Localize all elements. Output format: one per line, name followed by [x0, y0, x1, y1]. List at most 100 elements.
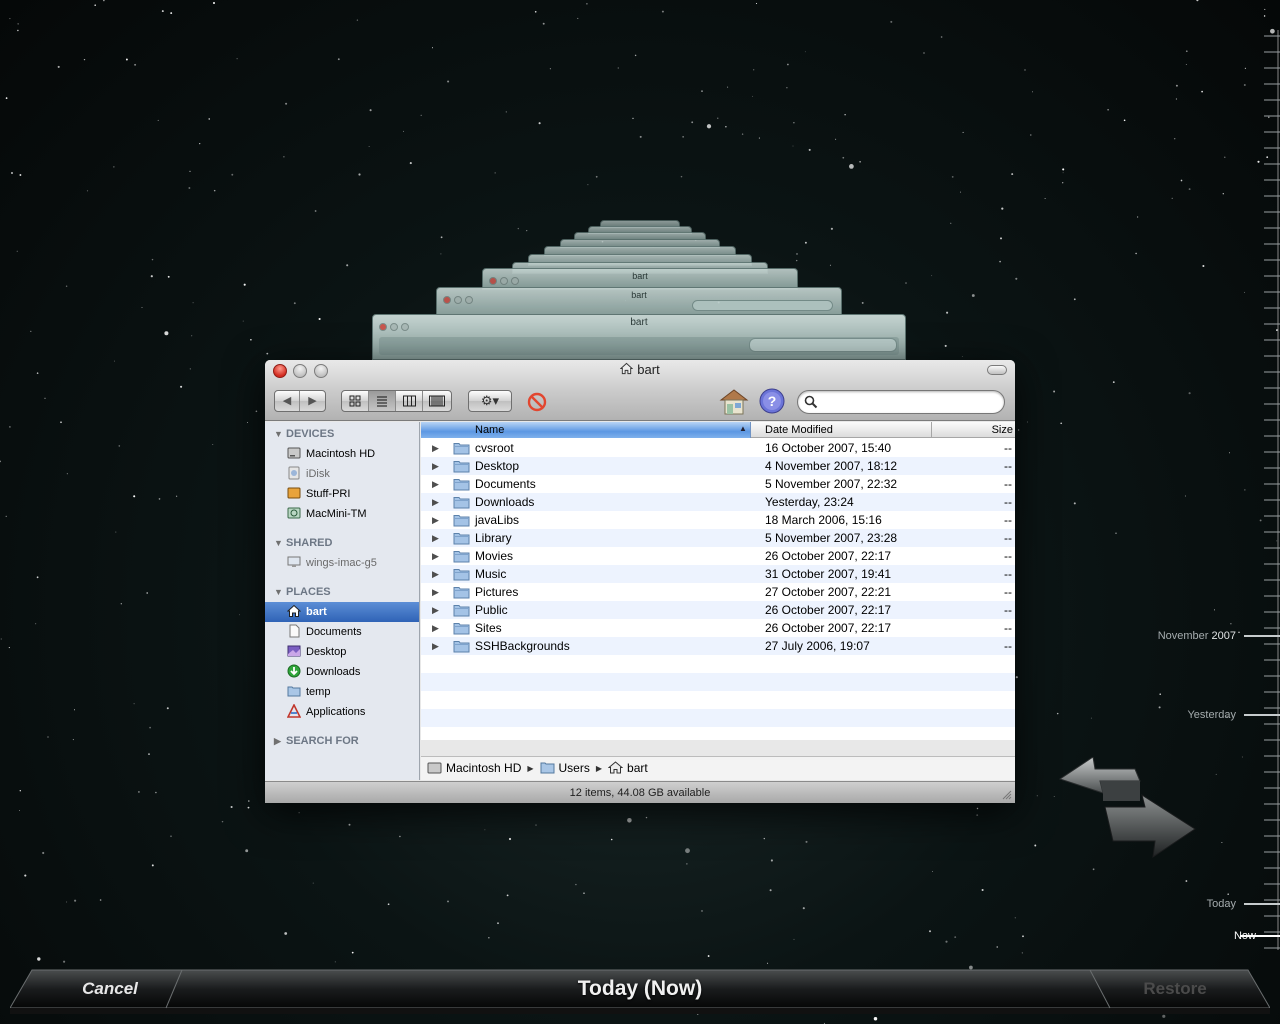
- sidebar-item-bart[interactable]: bart: [265, 602, 419, 622]
- no-entry-icon[interactable]: [527, 392, 547, 412]
- backup-window[interactable]: bart: [436, 287, 842, 317]
- coverflow-view-button[interactable]: [423, 391, 450, 411]
- sidebar-item-documents[interactable]: Documents: [265, 622, 419, 642]
- sidebar-item-wings-imac-g5[interactable]: wings-imac-g5: [265, 553, 419, 573]
- sidebar-item-stuff-pri[interactable]: Stuff-PRI: [265, 484, 419, 504]
- backup-window[interactable]: bart: [372, 314, 906, 360]
- star: [5, 515, 7, 518]
- path-item[interactable]: bart: [608, 761, 648, 775]
- toolbar-toggle-button[interactable]: [987, 365, 1007, 375]
- disclosure-triangle-icon[interactable]: ▶: [432, 601, 439, 619]
- star: [950, 222, 952, 224]
- view-buttons[interactable]: [341, 390, 452, 412]
- back-in-time-arrow-icon[interactable]: [1058, 757, 1141, 801]
- column-view-button[interactable]: [396, 391, 423, 411]
- disclosure-triangle-icon[interactable]: ▼: [274, 533, 286, 553]
- timeline-label-today[interactable]: Today: [1116, 898, 1236, 910]
- table-row[interactable]: ▶ SSHBackgrounds 27 July 2006, 19:07 --: [421, 637, 1015, 655]
- star: [16, 250, 18, 252]
- table-row[interactable]: ▶ Sites 26 October 2007, 22:17 --: [421, 619, 1015, 637]
- icon-view-button[interactable]: [342, 391, 369, 411]
- star: [221, 820, 224, 823]
- star: [1173, 137, 1176, 140]
- disclosure-triangle-icon[interactable]: ▶: [432, 637, 439, 655]
- table-row[interactable]: ▶ Music 31 October 2007, 19:41 --: [421, 565, 1015, 583]
- disclosure-triangle-icon[interactable]: ▶: [432, 511, 439, 529]
- list-view-button[interactable]: [369, 391, 396, 411]
- disclosure-triangle-icon[interactable]: ▶: [432, 529, 439, 547]
- disclosure-triangle-icon[interactable]: ▶: [432, 457, 439, 475]
- sidebar-item-label: Applications: [306, 706, 366, 718]
- table-row[interactable]: ▶ Movies 26 October 2007, 22:17 --: [421, 547, 1015, 565]
- table-row[interactable]: ▶ Library 5 November 2007, 23:28 --: [421, 529, 1015, 547]
- disclosure-triangle-icon[interactable]: ▶: [432, 565, 439, 583]
- shared-section-header[interactable]: ▼ SHARED: [265, 533, 419, 553]
- disclosure-triangle-icon[interactable]: ▶: [432, 493, 439, 511]
- back-button[interactable]: ◀: [275, 391, 300, 411]
- timeline-label-november-2007[interactable]: November 2007: [1116, 630, 1236, 642]
- table-row[interactable]: ▶ javaLibs 18 March 2006, 15:16 --: [421, 511, 1015, 529]
- disclosure-triangle-icon[interactable]: ▶: [432, 619, 439, 637]
- table-row[interactable]: ▶ Desktop 4 November 2007, 18:12 --: [421, 457, 1015, 475]
- sidebar-item-idisk[interactable]: iDisk: [265, 464, 419, 484]
- sidebar-item-applications[interactable]: Applications: [265, 702, 419, 722]
- search-for-section-header[interactable]: ▶ SEARCH FOR: [265, 731, 419, 751]
- path-item[interactable]: Macintosh HD: [427, 761, 521, 775]
- date-column-header[interactable]: Date Modified: [765, 422, 833, 438]
- disclosure-triangle-icon[interactable]: ▶: [274, 731, 286, 751]
- path-item[interactable]: Users: [540, 761, 590, 775]
- timeline-ruler[interactable]: [1240, 30, 1280, 950]
- resize-grip-icon[interactable]: [1001, 789, 1012, 800]
- disclosure-triangle-icon[interactable]: ▶: [432, 439, 439, 457]
- sidebar-item-macmini-tm[interactable]: MacMini-TM: [265, 504, 419, 524]
- sidebar-item-desktop[interactable]: Desktop: [265, 642, 419, 662]
- star: [248, 800, 250, 802]
- star: [758, 137, 760, 139]
- star: [247, 422, 248, 423]
- sidebar-item-macintosh-hd[interactable]: Macintosh HD: [265, 444, 419, 464]
- sidebar-item-temp[interactable]: temp: [265, 682, 419, 702]
- size-column-header[interactable]: Size: [931, 422, 1015, 438]
- action-menu-button[interactable]: ⚙▾: [468, 390, 512, 412]
- table-row[interactable]: ▶ Downloads Yesterday, 23:24 --: [421, 493, 1015, 511]
- disclosure-triangle-icon[interactable]: ▶: [432, 547, 439, 565]
- table-row[interactable]: ▶ Pictures 27 October 2007, 22:21 --: [421, 583, 1015, 601]
- devices-section-header[interactable]: ▼ DEVICES: [265, 424, 419, 444]
- star: [356, 19, 359, 21]
- sidebar-item-downloads[interactable]: Downloads: [265, 662, 419, 682]
- search-input[interactable]: [820, 394, 998, 410]
- star: [1036, 795, 1038, 797]
- table-row[interactable]: ▶ cvsroot 16 October 2007, 15:40 --: [421, 439, 1015, 457]
- star: [133, 703, 135, 705]
- timeline-label-now[interactable]: Now: [1136, 930, 1256, 942]
- title-bar[interactable]: bart ◀ ▶ ⚙▾ ?: [265, 360, 1015, 421]
- navigation-buttons[interactable]: ◀ ▶: [274, 390, 326, 412]
- cancel-button[interactable]: Cancel: [40, 974, 180, 1004]
- help-icon[interactable]: ?: [758, 387, 786, 415]
- star: [1159, 693, 1161, 695]
- star: [755, 2, 758, 5]
- restore-button[interactable]: Restore: [1100, 974, 1250, 1004]
- disclosure-triangle-icon[interactable]: ▼: [274, 582, 286, 602]
- table-row[interactable]: ▶ Public 26 October 2007, 22:17 --: [421, 601, 1015, 619]
- burn-folder-icon[interactable]: [717, 384, 751, 418]
- file-list[interactable]: Name ▲ Date Modified Size ▶ cvsroot 16 Oct…: [421, 422, 1015, 740]
- file-date: Yesterday, 23:24: [765, 495, 854, 509]
- disclosure-triangle-icon[interactable]: ▶: [432, 475, 439, 493]
- timeline-label-yesterday[interactable]: Yesterday: [1116, 709, 1236, 721]
- empty-row: [421, 673, 1015, 691]
- star: [134, 63, 137, 66]
- search-field[interactable]: [797, 390, 1005, 414]
- disclosure-triangle-icon[interactable]: ▼: [274, 424, 286, 444]
- star: [770, 859, 773, 862]
- table-row[interactable]: ▶ Documents 5 November 2007, 22:32 --: [421, 475, 1015, 493]
- home-icon: [620, 362, 634, 375]
- star: [63, 960, 66, 963]
- star: [1053, 390, 1056, 393]
- forward-button[interactable]: ▶: [300, 391, 325, 411]
- finder-window[interactable]: bart ◀ ▶ ⚙▾ ? ▼ DEVICES Macintosh HD iDi…: [265, 360, 1015, 803]
- forward-in-time-arrow-icon[interactable]: [1104, 793, 1196, 859]
- name-column-header[interactable]: Name: [421, 422, 751, 438]
- places-section-header[interactable]: ▼ PLACES: [265, 582, 419, 602]
- disclosure-triangle-icon[interactable]: ▶: [432, 583, 439, 601]
